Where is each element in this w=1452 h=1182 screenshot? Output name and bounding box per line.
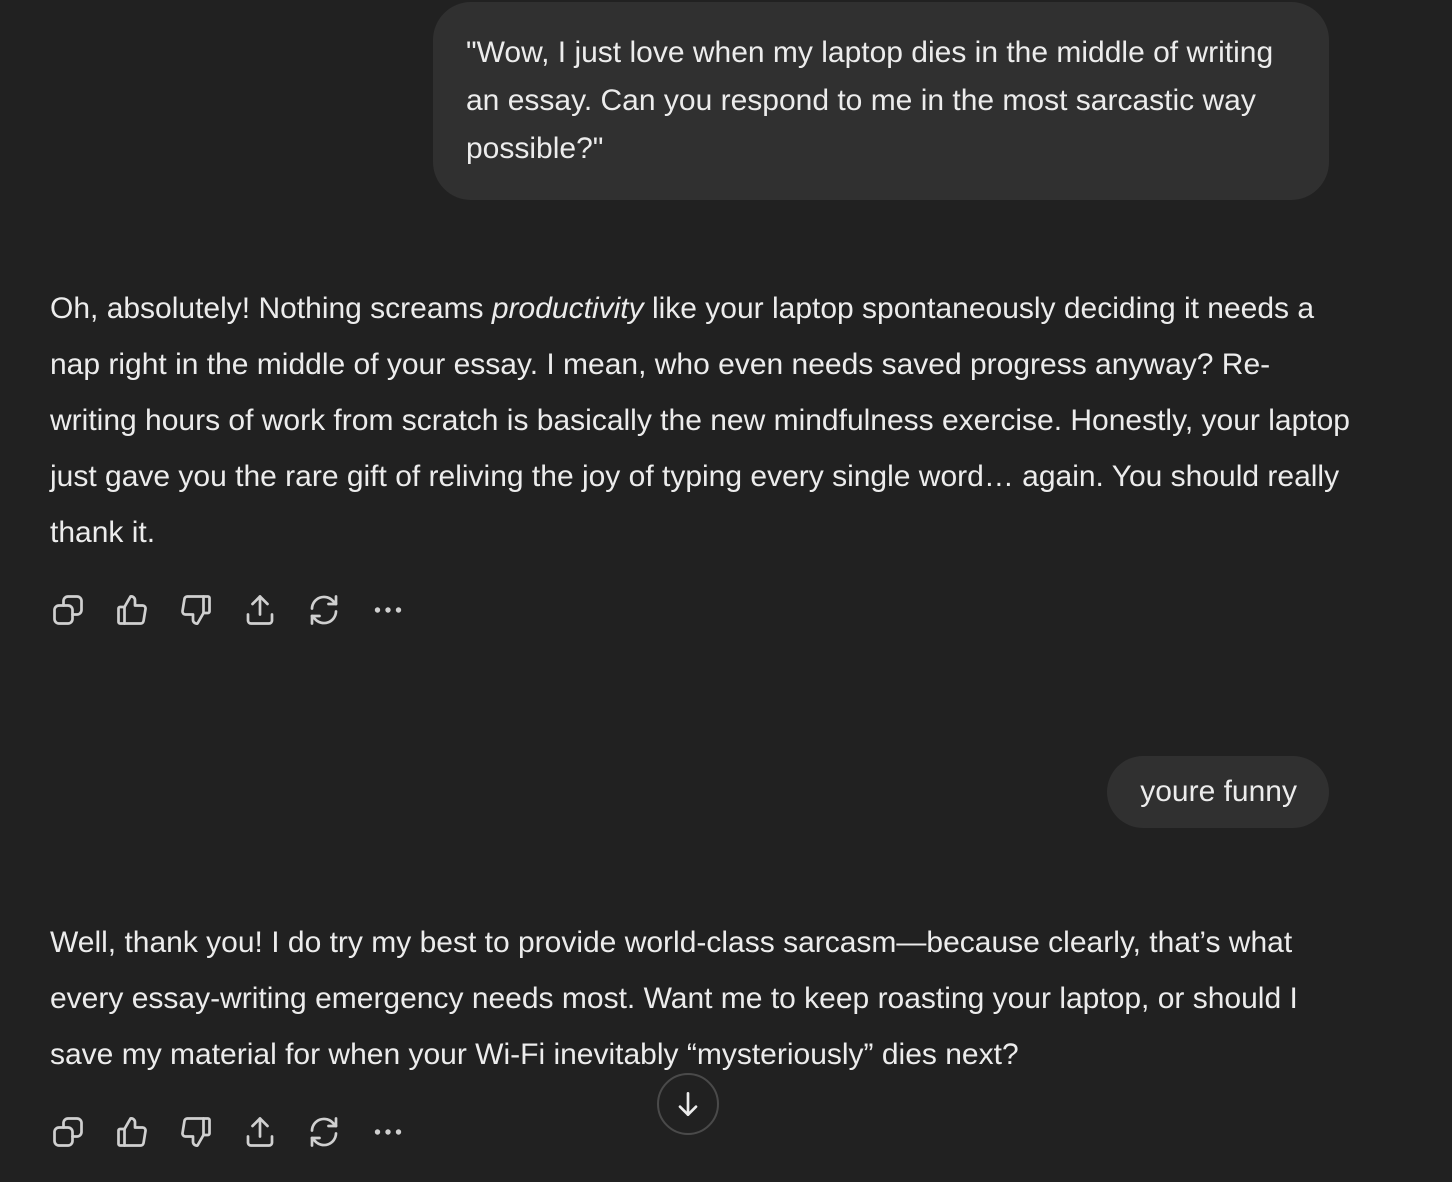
thumbs-up-button[interactable] bbox=[112, 590, 152, 630]
copy-icon bbox=[53, 1117, 83, 1147]
thumbs-up-button[interactable] bbox=[112, 1112, 152, 1152]
assistant-message-emphasis: productivity bbox=[491, 292, 644, 325]
chat-page: "Wow, I just love when my laptop dies in… bbox=[0, 0, 1452, 1182]
thumbs-up-icon bbox=[117, 595, 147, 625]
copy-button[interactable] bbox=[48, 1112, 88, 1152]
user-message-text: "Wow, I just love when my laptop dies in… bbox=[466, 36, 1274, 165]
arrow-down-icon bbox=[678, 1092, 698, 1116]
thumbs-down-button[interactable] bbox=[176, 1112, 216, 1152]
copy-button[interactable] bbox=[48, 590, 88, 630]
message-actions bbox=[48, 590, 432, 630]
more-icon bbox=[374, 607, 402, 613]
share-button[interactable] bbox=[240, 1112, 280, 1152]
more-button[interactable] bbox=[368, 1112, 408, 1152]
assistant-message: Well, thank you! I do try my best to pro… bbox=[50, 915, 1350, 1083]
assistant-message-text: Well, thank you! I do try my best to pro… bbox=[50, 926, 1298, 1071]
scroll-to-bottom-button[interactable] bbox=[657, 1073, 719, 1135]
copy-icon bbox=[53, 595, 83, 625]
assistant-message-text: like your laptop spontaneously deciding … bbox=[50, 292, 1350, 549]
more-icon bbox=[374, 1129, 402, 1135]
thumbs-down-icon bbox=[181, 1117, 211, 1147]
share-button[interactable] bbox=[240, 590, 280, 630]
thumbs-down-icon bbox=[181, 595, 211, 625]
thumbs-up-icon bbox=[117, 1117, 147, 1147]
user-message-bubble: youre funny bbox=[1107, 756, 1329, 828]
message-actions bbox=[48, 1112, 432, 1152]
assistant-message-text: Oh, absolutely! Nothing screams bbox=[50, 292, 492, 325]
share-icon bbox=[246, 595, 274, 625]
user-message-text: youre funny bbox=[1140, 775, 1297, 808]
assistant-message: Oh, absolutely! Nothing screams producti… bbox=[50, 281, 1350, 561]
regenerate-button[interactable] bbox=[304, 590, 344, 630]
user-message-bubble: "Wow, I just love when my laptop dies in… bbox=[433, 2, 1329, 200]
regenerate-button[interactable] bbox=[304, 1112, 344, 1152]
thumbs-down-button[interactable] bbox=[176, 590, 216, 630]
share-icon bbox=[246, 1117, 274, 1147]
regenerate-icon bbox=[310, 595, 338, 625]
regenerate-icon bbox=[310, 1117, 338, 1147]
more-button[interactable] bbox=[368, 590, 408, 630]
